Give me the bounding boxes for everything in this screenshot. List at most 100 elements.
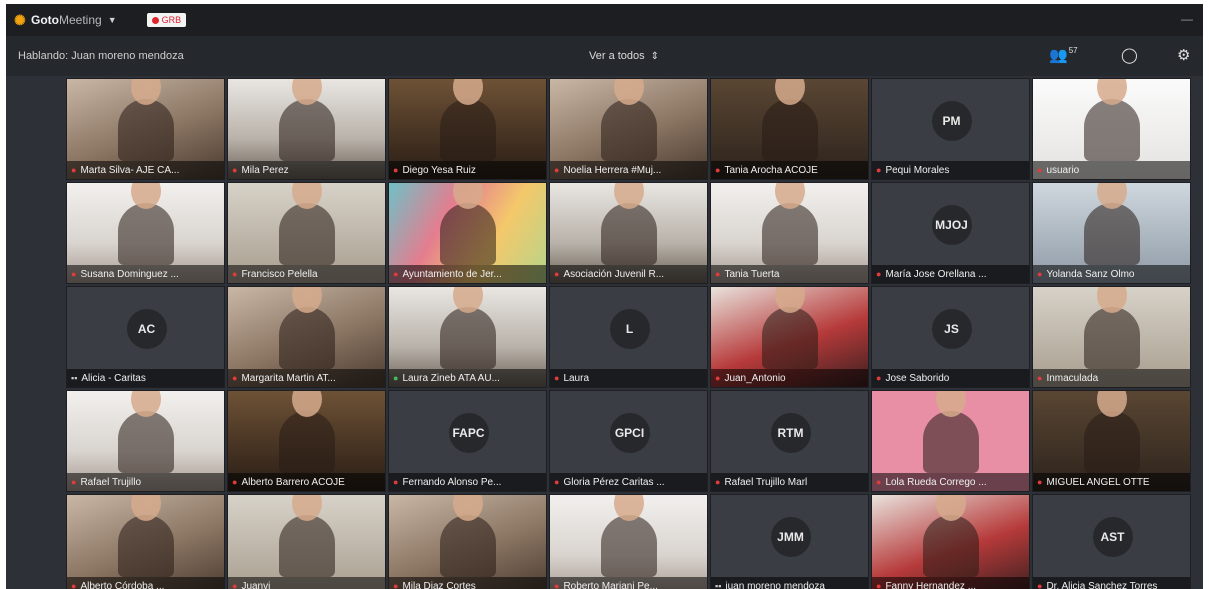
participant-tile[interactable]: ● Diego Yesa Ruiz [388,78,547,180]
participant-name-bar: ● Diego Yesa Ruiz [389,161,546,179]
participant-video-figure [278,391,335,473]
participant-tile[interactable]: ● Juan_Antonio [710,286,869,388]
participant-name-bar: ● Gloria Pérez Caritas ... [550,473,707,491]
participant-name-bar: ● Susana Dominguez ... [67,265,224,283]
participant-tile[interactable]: ● Roberto Mariani Pe... [549,494,708,589]
microphone-muted-icon: ● [554,269,560,279]
settings-gear-icon[interactable]: ⚙ [1177,46,1190,64]
participant-tile[interactable]: JMM ▪▪ juan moreno mendoza [710,494,869,589]
up-down-chevron-icon: ⇕ [650,51,660,62]
participant-video-figure [1083,287,1140,369]
participant-video-head [1096,79,1127,105]
minimize-icon[interactable]: — [1181,12,1193,26]
participant-tile[interactable]: ● Alberto Córdoba ... [66,494,225,589]
participant-tile[interactable]: ● Mila Perez [227,78,386,180]
microphone-muted-icon: ● [393,269,399,279]
participant-video-head [613,183,644,209]
participant-name-bar: ● Asociación Juvenil R... [550,265,707,283]
participant-video-head [452,495,483,521]
microphone-muted-icon: ● [232,581,238,589]
participant-video-head [130,495,161,521]
participant-video-head [1096,183,1127,209]
participant-tile[interactable]: FAPC ● Fernando Alonso Pe... [388,390,547,492]
participant-name: Fanny Hernandez ... [885,580,977,589]
chat-icon[interactable]: ◯ [1121,46,1138,64]
participant-name: Margarita Martin AT... [241,372,336,384]
microphone-muted-icon: ● [554,581,560,589]
microphone-muted-icon: ● [554,165,560,175]
microphone-muted-icon: ● [1037,477,1043,487]
participant-tile[interactable]: ● Noelia Herrera #Muj... [549,78,708,180]
participant-name: Tania Tuerta [724,268,780,280]
participant-name-bar: ● Alberto Barrero ACOJE [228,473,385,491]
participant-video-figure [439,183,496,265]
participant-tile[interactable]: AC ▪▪ Alicia - Caritas [66,286,225,388]
participant-name-bar: ● Mila Perez [228,161,385,179]
participant-name: Laura Zineb ATA AU... [402,372,500,384]
participant-tile[interactable]: PM ● Pequi Morales [871,78,1030,180]
participant-tile[interactable]: ● Marta Silva- AJE CA... [66,78,225,180]
participant-tile[interactable]: ● Mila Diaz Cortes [388,494,547,589]
recording-badge[interactable]: GRB [146,13,187,27]
participant-name: Rafael Trujillo Marl [724,476,808,488]
participant-tile[interactable]: GPCI ● Gloria Pérez Caritas ... [549,390,708,492]
participant-name: Mila Perez [241,164,289,176]
participant-tile[interactable]: AST ● Dr. Alicia Sanchez Torres [1032,494,1191,589]
people-icon: 👥 [1049,47,1068,64]
microphone-icon: ● [393,373,399,383]
participant-name-bar: ▪▪ Alicia - Caritas [67,369,224,387]
participant-video-figure [922,495,979,577]
participant-video-figure [1083,183,1140,265]
participant-tile[interactable]: ● Fanny Hernandez ... [871,494,1030,589]
participant-tile[interactable]: L ● Laura [549,286,708,388]
participant-name-bar: ● Laura Zineb ATA AU... [389,369,546,387]
microphone-muted-icon: ● [876,269,882,279]
participant-tile[interactable]: ● Francisco Pelella [227,182,386,284]
participant-video-head [613,495,644,521]
participant-name-bar: ● Lola Rueda Corrego ... [872,473,1029,491]
participant-tile[interactable]: ● Asociación Juvenil R... [549,182,708,284]
participant-tile[interactable]: ● Tania Arocha ACOJE [710,78,869,180]
brand-name-part2: Meeting [59,13,102,27]
participant-tile[interactable]: ● Laura Zineb ATA AU... [388,286,547,388]
participant-name: Alberto Barrero ACOJE [241,476,345,488]
participant-tile[interactable]: ● Susana Dominguez ... [66,182,225,284]
participant-video-figure [1083,391,1140,473]
participant-tile[interactable]: JS ● Jose Saborido [871,286,1030,388]
participants-button[interactable]: 👥57 [1049,46,1078,64]
participant-video-figure [600,183,657,265]
participant-name: Ayuntamiento de Jer... [402,268,502,280]
participant-tile[interactable]: RTM ● Rafael Trujillo Marl [710,390,869,492]
participant-tile[interactable]: ● Margarita Martin AT... [227,286,386,388]
participant-tile[interactable]: ● Yolanda Sanz Olmo [1032,182,1191,284]
app-menu[interactable]: ✺ Goto Meeting ▼ [14,13,117,27]
participant-name-bar: ● Francisco Pelella [228,265,385,283]
microphone-muted-icon: ▪▪ [715,581,722,589]
participant-tile[interactable]: ● Lola Rueda Corrego ... [871,390,1030,492]
participant-tile[interactable]: ● Juanvi [227,494,386,589]
participant-name: Juan_Antonio [724,372,786,384]
participant-tile[interactable]: MJOJ ● María Jose Orellana ... [871,182,1030,284]
participant-tile[interactable]: ● Alberto Barrero ACOJE [227,390,386,492]
view-all-toggle[interactable]: Ver a todos ⇕ [589,50,659,62]
microphone-muted-icon: ▪▪ [71,373,78,383]
participant-name: Gloria Pérez Caritas ... [563,476,665,488]
participant-video-head [291,183,322,209]
participant-video-figure [278,183,335,265]
participant-tile[interactable]: ● Inmaculada [1032,286,1191,388]
participant-tile[interactable]: ● usuario [1032,78,1191,180]
participant-name-bar: ● Ayuntamiento de Jer... [389,265,546,283]
participant-tile[interactable]: ● MIGUEL ANGEL OTTE [1032,390,1191,492]
participant-name-bar: ● usuario [1033,161,1190,179]
participant-tile[interactable]: ● Rafael Trujillo [66,390,225,492]
participant-video-head [1096,287,1127,313]
participant-tile[interactable]: ● Ayuntamiento de Jer... [388,182,547,284]
participant-name-bar: ● Jose Saborido [872,369,1029,387]
microphone-muted-icon: ● [393,165,399,175]
participant-tile[interactable]: ● Tania Tuerta [710,182,869,284]
recording-label: GRB [161,15,182,25]
participant-video-figure [761,287,818,369]
participant-name: Alberto Córdoba ... [80,580,165,589]
participant-name-bar: ● Alberto Córdoba ... [67,577,224,589]
participant-video-head [130,391,161,417]
